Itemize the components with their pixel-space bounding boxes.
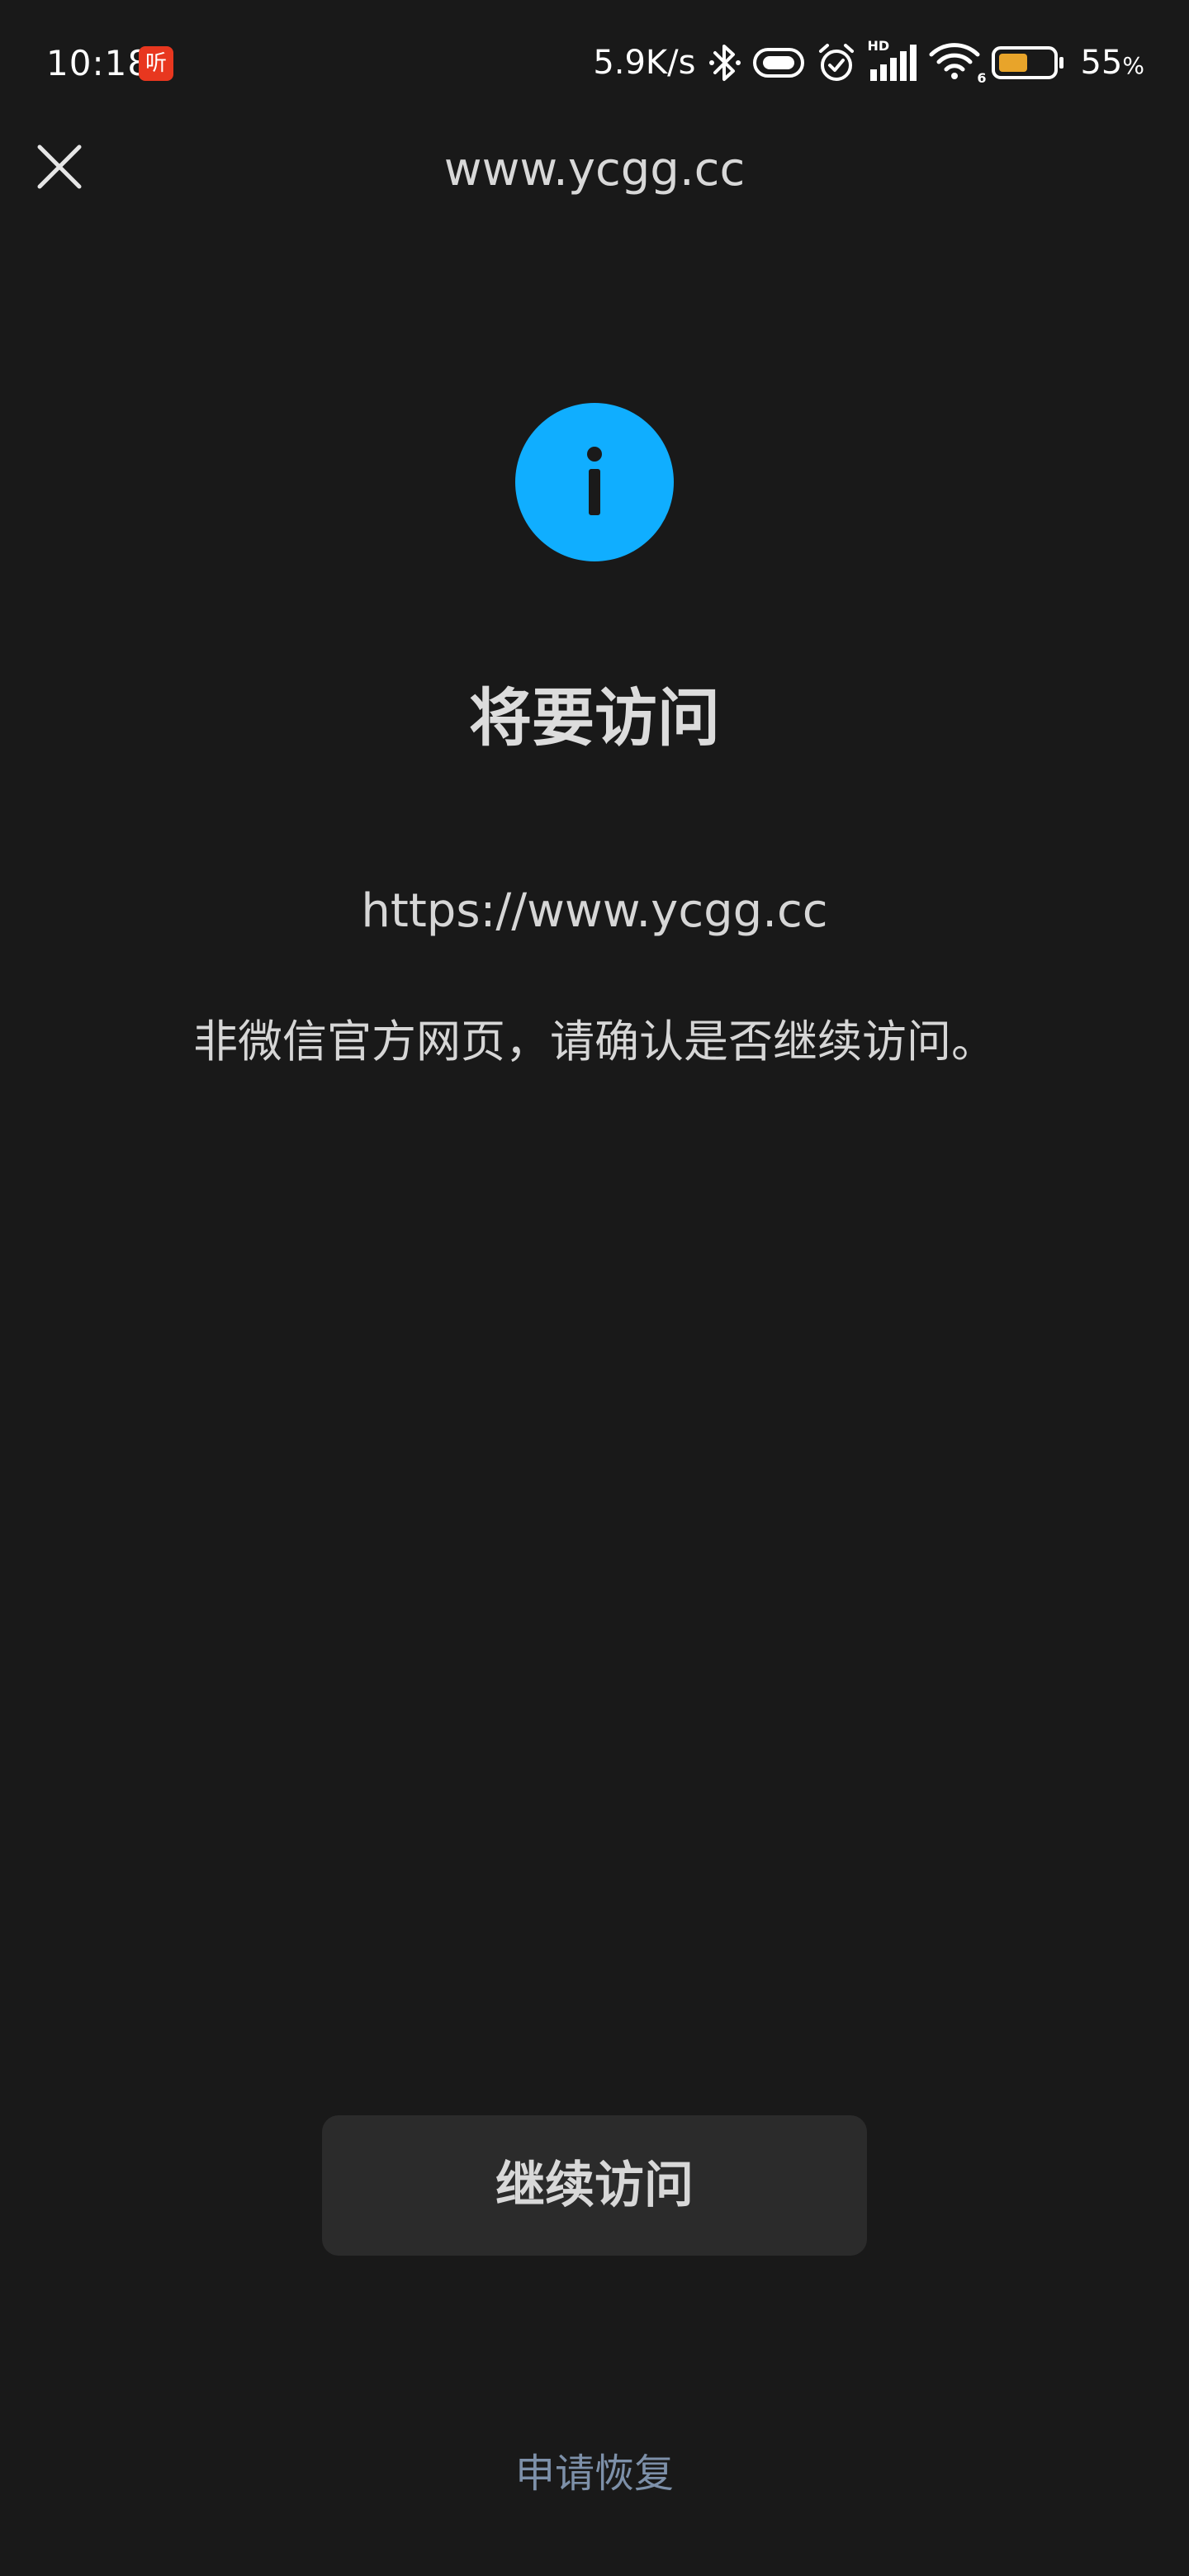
status-bar: 10:18 听 5.9K/s HD 6 55% — [0, 0, 1189, 132]
alarm-icon — [816, 41, 857, 84]
battery-icon — [991, 45, 1065, 81]
status-icons: 5.9K/s HD 6 55% — [593, 38, 1144, 86]
request-restore-link[interactable]: 申请恢复 — [0, 2441, 1189, 2507]
info-icon — [515, 403, 674, 561]
wifi-icon: 6 — [928, 41, 986, 86]
continue-visit-button[interactable]: 继续访问 — [322, 2115, 867, 2256]
bluetooth-icon — [708, 41, 741, 84]
wifi-generation-label: 6 — [977, 70, 987, 86]
warning-headline: 将要访问 — [469, 681, 720, 755]
battery-percentage: 55% — [1080, 44, 1144, 82]
vibrate-icon — [751, 45, 806, 81]
cellular-signal-icon: HD — [867, 38, 918, 84]
warning-notice: 非微信官方网页，请确认是否继续访问。 — [193, 1016, 996, 1068]
app-notification-badge: 听 — [139, 46, 173, 81]
page-title: www.ycgg.cc — [443, 143, 746, 197]
status-time: 10:18 — [46, 43, 151, 83]
target-url: https://www.ycgg.cc — [361, 884, 828, 938]
network-speed: 5.9K/s — [593, 44, 696, 82]
